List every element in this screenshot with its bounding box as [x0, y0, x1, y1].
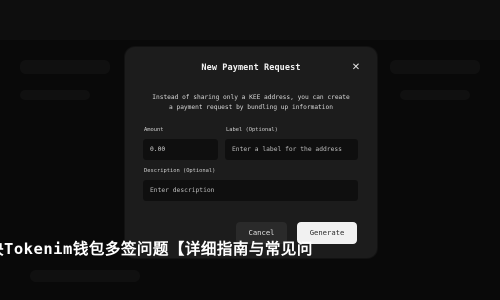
amount-label: Amount — [144, 127, 164, 133]
payment-request-modal: New Payment Request ✕ Instead of sharing… — [125, 47, 377, 258]
close-icon[interactable]: ✕ — [350, 62, 362, 74]
label-placeholder: Enter a label for the address — [232, 146, 342, 153]
modal-title: New Payment Request — [201, 63, 301, 73]
description-field-label: Description (Optional) — [144, 168, 216, 174]
description-line-1: Instead of sharing only a KEE address, y… — [152, 94, 350, 101]
page-caption: 决Tokenim钱包多签问题【详细指南与常见问 — [0, 240, 313, 258]
amount-value: 0.00 — [150, 146, 166, 153]
label-field-label: Label (Optional) — [226, 127, 278, 133]
modal-description: Instead of sharing only a KEE address, y… — [145, 93, 357, 113]
description-line-2: a payment request by bundling up informa… — [169, 104, 333, 111]
description-placeholder: Enter description — [150, 187, 215, 194]
label-input[interactable]: Enter a label for the address — [225, 139, 358, 160]
amount-input[interactable]: 0.00 — [143, 139, 218, 160]
description-input[interactable]: Enter description — [143, 180, 358, 201]
